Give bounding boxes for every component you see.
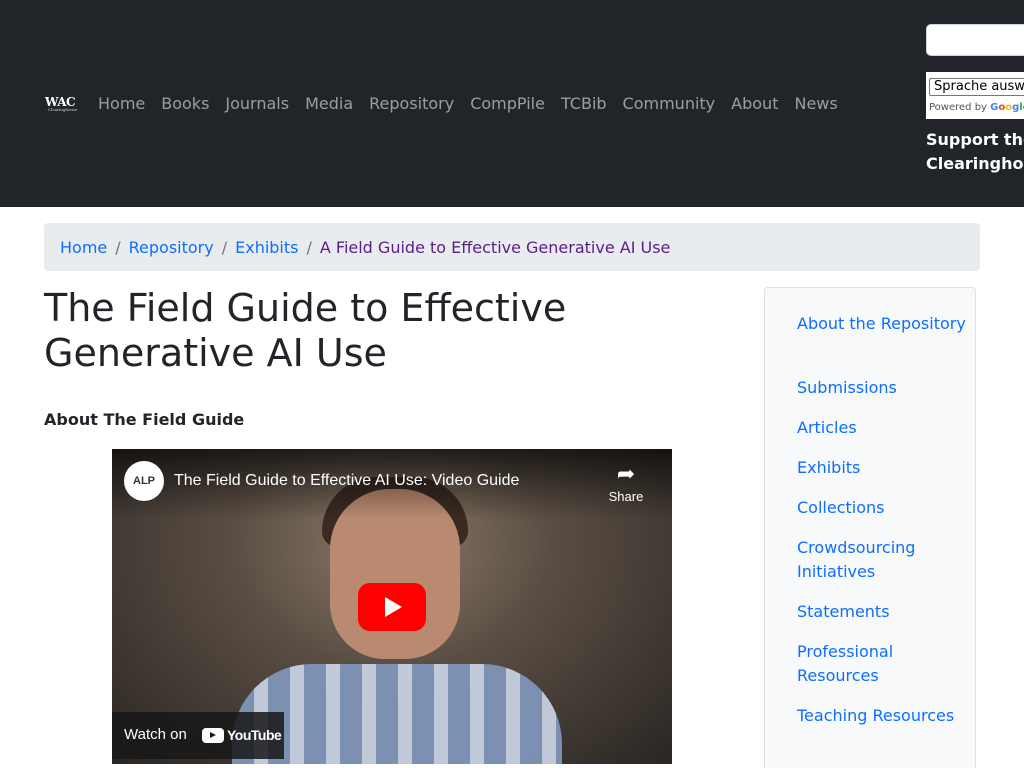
watch-on-label: Watch on	[124, 726, 187, 743]
search-input[interactable]	[926, 24, 1024, 56]
nav-link-repository[interactable]: Repository	[369, 93, 454, 115]
breadcrumb-separator: /	[221, 237, 228, 257]
support-line-1: Support the	[926, 130, 1024, 149]
sidebar-item-exhibits[interactable]: Exhibits	[797, 456, 967, 480]
share-label: Share	[608, 489, 644, 504]
nav-link-books[interactable]: Books	[161, 93, 209, 115]
top-navbar: WAC Clearinghouse Home Books Journals Me…	[0, 0, 1024, 207]
play-icon	[385, 597, 402, 617]
sidebar-item-submissions[interactable]: Submissions	[797, 376, 967, 400]
play-button[interactable]	[358, 583, 426, 631]
nav-link-comppile[interactable]: CompPile	[470, 93, 545, 115]
sidebar-item-crowdsourcing[interactable]: Crowdsourcing Initiatives	[797, 536, 967, 584]
powered-by-google: Powered by Google	[929, 102, 1024, 113]
nav-link-journals[interactable]: Journals	[225, 93, 289, 115]
breadcrumb-separator: /	[306, 237, 312, 257]
nav-link-news[interactable]: News	[794, 93, 837, 115]
nav-link-tcbib[interactable]: TCBib	[561, 93, 607, 115]
youtube-logo: YouTube	[202, 727, 282, 743]
breadcrumb-exhibits[interactable]: Exhibits	[235, 238, 298, 257]
share-button[interactable]: ➦ Share	[604, 461, 648, 505]
sidebar-item-teaching-resources[interactable]: Teaching Resources	[797, 704, 967, 728]
sidebar-item-statements[interactable]: Statements	[797, 600, 967, 624]
support-link[interactable]: Support the Clearinghouse	[926, 128, 1024, 176]
video-title[interactable]: The Field Guide to Effective AI Use: Vid…	[174, 470, 519, 492]
nav-link-media[interactable]: Media	[305, 93, 353, 115]
main-nav: Home Books Journals Media Repository Com…	[98, 93, 854, 115]
sidebar-item-articles[interactable]: Articles	[797, 416, 967, 440]
google-logo[interactable]: Google	[990, 102, 1024, 113]
nav-link-home[interactable]: Home	[98, 93, 145, 115]
language-select[interactable]: Sprache auswählen	[929, 78, 1024, 96]
youtube-play-icon	[202, 727, 224, 743]
share-arrow-icon: ➦	[616, 461, 636, 486]
nav-link-about[interactable]: About	[731, 93, 778, 115]
nav-link-community[interactable]: Community	[623, 93, 716, 115]
wac-clearinghouse-logo[interactable]: WAC Clearinghouse	[44, 95, 78, 113]
breadcrumb-current: A Field Guide to Effective Generative AI…	[319, 237, 671, 257]
page-title: The Field Guide to Effective Generative …	[44, 286, 567, 375]
sidebar-item-collections[interactable]: Collections	[797, 496, 967, 520]
logo-subtext: Clearinghouse	[48, 107, 78, 112]
powered-by-label: Powered by	[929, 102, 987, 113]
support-line-2: Clearinghouse	[926, 154, 1024, 173]
youtube-wordmark: YouTube	[227, 727, 282, 743]
section-heading: About The Field Guide	[44, 410, 245, 429]
watch-on-youtube-button[interactable]: Watch on YouTube	[112, 712, 284, 759]
breadcrumb-home[interactable]: Home	[60, 238, 107, 257]
breadcrumb: Home / Repository / Exhibits / A Field G…	[44, 223, 980, 271]
sidebar-item-professional-resources[interactable]: Professional Resources	[797, 640, 967, 688]
breadcrumb-repository[interactable]: Repository	[129, 238, 214, 257]
youtube-video-embed[interactable]: ALP The Field Guide to Effective AI Use:…	[112, 449, 672, 764]
channel-avatar-icon[interactable]: ALP	[124, 461, 164, 501]
sidebar-item-about-repository[interactable]: About the Repository	[797, 312, 967, 336]
repository-sidebar: About the Repository Submissions Article…	[764, 287, 976, 768]
breadcrumb-separator: /	[115, 237, 121, 257]
google-translate-widget: Sprache auswählen Powered by Google	[926, 72, 1024, 119]
